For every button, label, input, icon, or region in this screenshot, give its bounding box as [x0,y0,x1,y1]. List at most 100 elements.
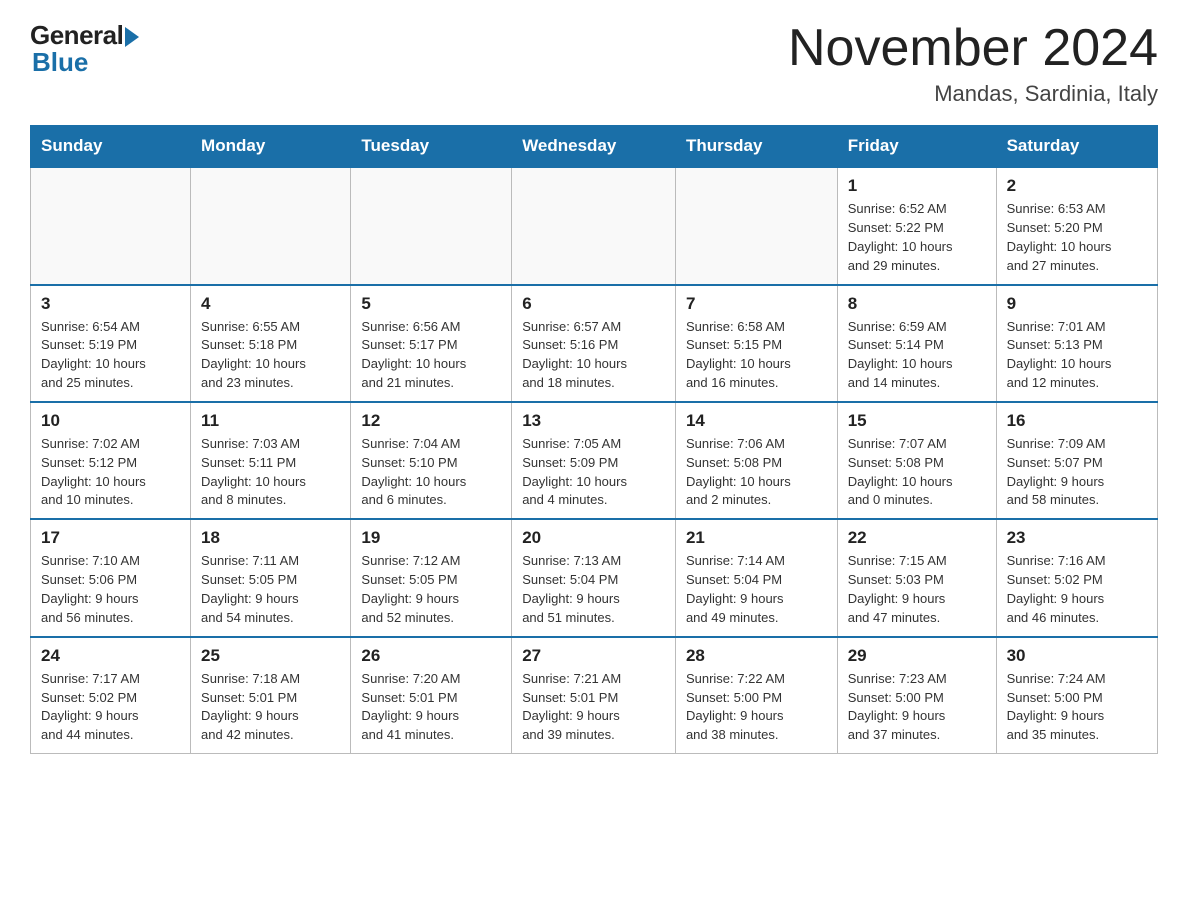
day-info: Sunrise: 6:53 AM Sunset: 5:20 PM Dayligh… [1007,200,1147,275]
day-number: 2 [1007,176,1147,196]
day-info: Sunrise: 7:01 AM Sunset: 5:13 PM Dayligh… [1007,318,1147,393]
day-info: Sunrise: 7:17 AM Sunset: 5:02 PM Dayligh… [41,670,180,745]
logo-blue-text: Blue [30,47,88,78]
page-header: General Blue November 2024 Mandas, Sardi… [30,20,1158,107]
calendar-week-row: 24 Sunrise: 7:17 AM Sunset: 5:02 PM Dayli… [31,637,1158,754]
day-number: 13 [522,411,665,431]
day-number: 19 [361,528,501,548]
day-info: Sunrise: 7:15 AM Sunset: 5:03 PM Dayligh… [848,552,986,627]
day-number: 26 [361,646,501,666]
day-of-week-header: Wednesday [512,126,676,168]
day-of-week-header: Saturday [996,126,1157,168]
day-info: Sunrise: 7:23 AM Sunset: 5:00 PM Dayligh… [848,670,986,745]
calendar-cell: 1 Sunrise: 6:52 AM Sunset: 5:22 PM Daylig… [837,167,996,284]
day-number: 25 [201,646,340,666]
day-number: 7 [686,294,827,314]
day-info: Sunrise: 6:59 AM Sunset: 5:14 PM Dayligh… [848,318,986,393]
calendar-cell: 25 Sunrise: 7:18 AM Sunset: 5:01 PM Dayli… [191,637,351,754]
calendar-cell: 18 Sunrise: 7:11 AM Sunset: 5:05 PM Dayli… [191,519,351,636]
month-title: November 2024 [788,20,1158,77]
day-number: 27 [522,646,665,666]
calendar-cell: 14Sunrise: 7:06 AM Sunset: 5:08 PM Dayli… [675,402,837,519]
calendar-table: SundayMondayTuesdayWednesdayThursdayFrid… [30,125,1158,754]
calendar-cell: 8Sunrise: 6:59 AM Sunset: 5:14 PM Daylig… [837,285,996,402]
day-number: 24 [41,646,180,666]
logo: General Blue [30,20,139,78]
day-info: Sunrise: 7:13 AM Sunset: 5:04 PM Dayligh… [522,552,665,627]
title-block: November 2024 Mandas, Sardinia, Italy [788,20,1158,107]
day-of-week-header: Tuesday [351,126,512,168]
calendar-cell: 20 Sunrise: 7:13 AM Sunset: 5:04 PM Dayli… [512,519,676,636]
day-number: 11 [201,411,340,431]
calendar-cell [351,167,512,284]
day-number: 15 [848,411,986,431]
day-info: Sunrise: 6:54 AM Sunset: 5:19 PM Dayligh… [41,318,180,393]
day-number: 1 [848,176,986,196]
day-info: Sunrise: 7:22 AM Sunset: 5:00 PM Dayligh… [686,670,827,745]
day-number: 5 [361,294,501,314]
day-info: Sunrise: 6:52 AM Sunset: 5:22 PM Dayligh… [848,200,986,275]
day-info: Sunrise: 7:12 AM Sunset: 5:05 PM Dayligh… [361,552,501,627]
day-number: 29 [848,646,986,666]
calendar-cell: 17 Sunrise: 7:10 AM Sunset: 5:06 PM Dayli… [31,519,191,636]
calendar-cell: 24 Sunrise: 7:17 AM Sunset: 5:02 PM Dayli… [31,637,191,754]
calendar-cell: 11 Sunrise: 7:03 AM Sunset: 5:11 PM Dayli… [191,402,351,519]
day-info: Sunrise: 7:21 AM Sunset: 5:01 PM Dayligh… [522,670,665,745]
calendar-cell: 15 Sunrise: 7:07 AM Sunset: 5:08 PM Dayli… [837,402,996,519]
day-number: 14 [686,411,827,431]
day-number: 17 [41,528,180,548]
day-number: 30 [1007,646,1147,666]
day-info: Sunrise: 7:14 AM Sunset: 5:04 PM Dayligh… [686,552,827,627]
day-info: Sunrise: 7:10 AM Sunset: 5:06 PM Dayligh… [41,552,180,627]
calendar-cell: 19 Sunrise: 7:12 AM Sunset: 5:05 PM Dayli… [351,519,512,636]
calendar-cell: 10Sunrise: 7:02 AM Sunset: 5:12 PM Dayli… [31,402,191,519]
calendar-cell: 23 Sunrise: 7:16 AM Sunset: 5:02 PM Dayli… [996,519,1157,636]
calendar-cell [675,167,837,284]
calendar-cell: 3 Sunrise: 6:54 AM Sunset: 5:19 PM Daylig… [31,285,191,402]
day-number: 9 [1007,294,1147,314]
day-of-week-header: Thursday [675,126,837,168]
day-number: 22 [848,528,986,548]
calendar-cell: 22 Sunrise: 7:15 AM Sunset: 5:03 PM Dayli… [837,519,996,636]
calendar-week-row: 3 Sunrise: 6:54 AM Sunset: 5:19 PM Daylig… [31,285,1158,402]
calendar-cell [512,167,676,284]
day-info: Sunrise: 6:57 AM Sunset: 5:16 PM Dayligh… [522,318,665,393]
calendar-cell [31,167,191,284]
day-number: 3 [41,294,180,314]
day-info: Sunrise: 7:03 AM Sunset: 5:11 PM Dayligh… [201,435,340,510]
calendar-header-row: SundayMondayTuesdayWednesdayThursdayFrid… [31,126,1158,168]
day-info: Sunrise: 7:24 AM Sunset: 5:00 PM Dayligh… [1007,670,1147,745]
calendar-cell: 30 Sunrise: 7:24 AM Sunset: 5:00 PM Dayli… [996,637,1157,754]
calendar-week-row: 17 Sunrise: 7:10 AM Sunset: 5:06 PM Dayli… [31,519,1158,636]
day-info: Sunrise: 7:11 AM Sunset: 5:05 PM Dayligh… [201,552,340,627]
calendar-cell: 12 Sunrise: 7:04 AM Sunset: 5:10 PM Dayli… [351,402,512,519]
logo-arrow-icon [125,27,139,47]
day-info: Sunrise: 6:58 AM Sunset: 5:15 PM Dayligh… [686,318,827,393]
day-number: 16 [1007,411,1147,431]
day-number: 23 [1007,528,1147,548]
day-number: 18 [201,528,340,548]
day-info: Sunrise: 7:16 AM Sunset: 5:02 PM Dayligh… [1007,552,1147,627]
day-of-week-header: Sunday [31,126,191,168]
day-info: Sunrise: 7:20 AM Sunset: 5:01 PM Dayligh… [361,670,501,745]
day-number: 12 [361,411,501,431]
day-number: 20 [522,528,665,548]
calendar-cell [191,167,351,284]
calendar-week-row: 1 Sunrise: 6:52 AM Sunset: 5:22 PM Daylig… [31,167,1158,284]
day-info: Sunrise: 7:18 AM Sunset: 5:01 PM Dayligh… [201,670,340,745]
day-info: Sunrise: 7:04 AM Sunset: 5:10 PM Dayligh… [361,435,501,510]
calendar-cell: 4 Sunrise: 6:55 AM Sunset: 5:18 PM Daylig… [191,285,351,402]
calendar-week-row: 10Sunrise: 7:02 AM Sunset: 5:12 PM Dayli… [31,402,1158,519]
day-info: Sunrise: 6:55 AM Sunset: 5:18 PM Dayligh… [201,318,340,393]
calendar-cell: 2 Sunrise: 6:53 AM Sunset: 5:20 PM Daylig… [996,167,1157,284]
day-number: 6 [522,294,665,314]
calendar-cell: 21Sunrise: 7:14 AM Sunset: 5:04 PM Dayli… [675,519,837,636]
day-number: 4 [201,294,340,314]
calendar-cell: 27 Sunrise: 7:21 AM Sunset: 5:01 PM Dayli… [512,637,676,754]
day-of-week-header: Monday [191,126,351,168]
day-info: Sunrise: 7:02 AM Sunset: 5:12 PM Dayligh… [41,435,180,510]
day-info: Sunrise: 7:09 AM Sunset: 5:07 PM Dayligh… [1007,435,1147,510]
day-info: Sunrise: 6:56 AM Sunset: 5:17 PM Dayligh… [361,318,501,393]
day-number: 28 [686,646,827,666]
day-info: Sunrise: 7:07 AM Sunset: 5:08 PM Dayligh… [848,435,986,510]
